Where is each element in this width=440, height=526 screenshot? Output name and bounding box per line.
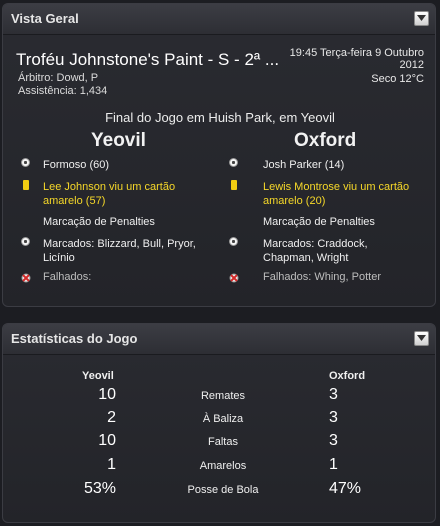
stat-away-value: 3 bbox=[329, 409, 338, 426]
away-penalties-scored[interactable]: Marcados: Craddock, Chapman, Wright bbox=[263, 237, 413, 265]
stat-label: Remates bbox=[200, 390, 246, 402]
chevron-down-icon bbox=[417, 15, 426, 21]
away-penalties-title: Marcação de Penalties bbox=[263, 216, 375, 228]
overview-panel-header[interactable]: Vista Geral bbox=[3, 4, 435, 35]
stats-collapse-button[interactable] bbox=[414, 331, 429, 346]
chevron-down-icon bbox=[417, 335, 426, 341]
away-team-name[interactable]: Oxford bbox=[294, 130, 356, 152]
match-datetime: 19:45 Terça-feira 9 Outubro 2012 bbox=[289, 47, 424, 71]
football-icon bbox=[229, 158, 238, 167]
football-icon bbox=[229, 237, 238, 246]
stat-label: À Baliza bbox=[202, 413, 244, 425]
yellow-card-icon bbox=[23, 180, 29, 190]
stat-row-shots: 10 Remates 3 bbox=[3, 386, 435, 408]
stat-row-yellow-cards: 1 Amarelos 1 bbox=[3, 456, 435, 478]
home-penalties-title: Marcação de Penalties bbox=[43, 216, 155, 228]
home-penalties-scored[interactable]: Marcados: Blizzard, Bull, Pryor, Licínio bbox=[43, 237, 228, 265]
stat-home-value: 1 bbox=[107, 456, 116, 473]
referee-label: Árbitro: Dowd, P bbox=[18, 72, 99, 84]
home-team-name[interactable]: Yeovil bbox=[91, 130, 146, 152]
football-icon bbox=[21, 237, 30, 246]
stat-label: Amarelos bbox=[199, 460, 247, 472]
football-icon bbox=[21, 158, 30, 167]
stat-away-value: 3 bbox=[329, 386, 338, 403]
home-card-event[interactable]: Lee Johnson viu um cartão amarelo (57) bbox=[43, 180, 208, 208]
overview-collapse-button[interactable] bbox=[414, 11, 429, 26]
overview-panel-title: Vista Geral bbox=[11, 11, 79, 26]
match-stats-panel: Estatísticas do Jogo Yeovil Oxford 10 Re… bbox=[2, 323, 436, 523]
away-goal-event[interactable]: Josh Parker (14) bbox=[263, 158, 428, 172]
yellow-card-icon bbox=[231, 180, 237, 190]
attendance-label: Assistência: 1,434 bbox=[18, 85, 108, 97]
stat-home-value: 2 bbox=[107, 409, 116, 426]
stat-label: Posse de Bola bbox=[187, 484, 259, 496]
weather-label: Seco 12°C bbox=[371, 73, 424, 85]
missed-penalty-icon bbox=[21, 270, 31, 283]
stat-away-value: 3 bbox=[329, 432, 338, 449]
overview-panel: Vista Geral Troféu Johnstone's Paint - S… bbox=[2, 3, 436, 307]
stat-away-value: 1 bbox=[329, 456, 338, 473]
stats-panel-header[interactable]: Estatísticas do Jogo bbox=[3, 324, 435, 355]
stat-row-possession: 53% Posse de Bola 47% bbox=[3, 480, 435, 502]
away-penalties-missed: Falhados: Whing, Potter bbox=[263, 271, 382, 283]
stat-label: Faltas bbox=[208, 436, 238, 448]
stats-home-team: Yeovil bbox=[82, 370, 114, 382]
missed-penalty-icon bbox=[229, 270, 239, 283]
stat-home-value: 53% bbox=[83, 480, 116, 497]
stat-home-value: 10 bbox=[98, 386, 116, 403]
stat-away-value: 47% bbox=[329, 480, 362, 497]
stat-row-on-target: 2 À Baliza 3 bbox=[3, 409, 435, 431]
away-card-event[interactable]: Lewis Montrose viu um cartão amarelo (20… bbox=[263, 180, 428, 208]
final-result-line: Final do Jogo em Huish Park, em Yeovil bbox=[105, 110, 335, 125]
stat-home-value: 10 bbox=[98, 432, 116, 449]
stats-away-team: Oxford bbox=[329, 370, 366, 382]
home-penalties-missed: Falhados: bbox=[43, 271, 92, 283]
stat-row-fouls: 10 Faltas 3 bbox=[3, 432, 435, 454]
home-goal-event[interactable]: Formoso (60) bbox=[43, 158, 223, 172]
competition-title: Troféu Johnstone's Paint - S - 2ª ... bbox=[16, 50, 280, 69]
stats-panel-title: Estatísticas do Jogo bbox=[11, 331, 138, 346]
